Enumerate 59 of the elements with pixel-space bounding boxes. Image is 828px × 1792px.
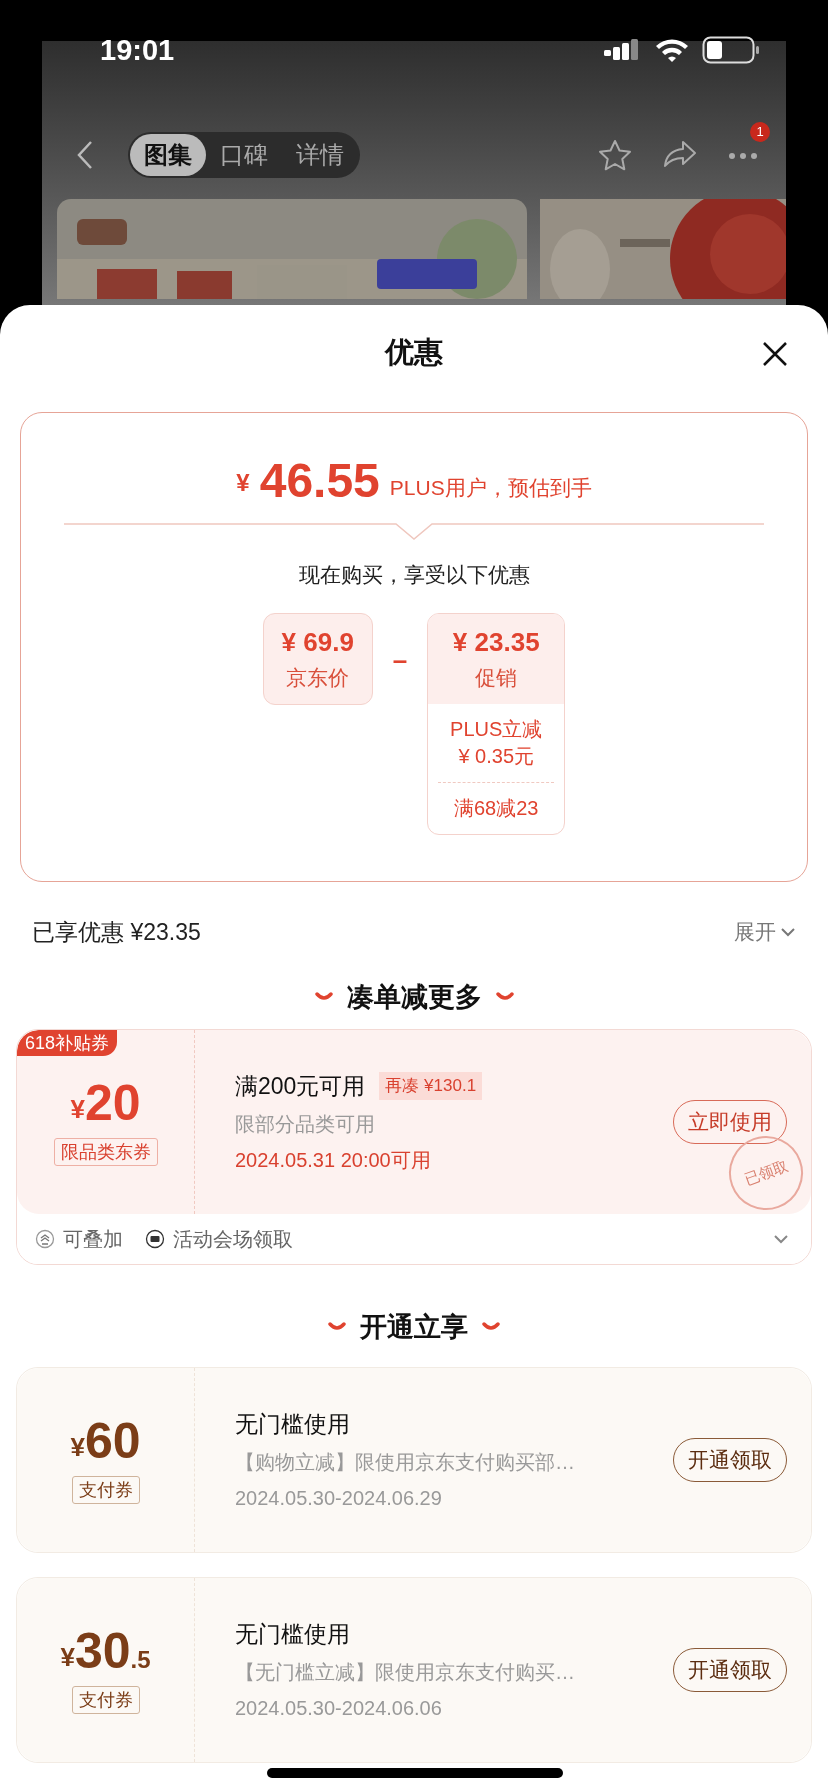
coupon-validity: 2024.05.31 20:00可用	[235, 1148, 432, 1174]
expand-toggle[interactable]: 展开	[734, 916, 796, 948]
price-label: 京东价	[286, 665, 350, 692]
coupon-description: 限部分品类可用	[235, 1112, 376, 1138]
coupon-description: 【无门槛立减】限使用京东支付购买…	[235, 1660, 576, 1686]
section-title: 凑单减更多	[346, 980, 482, 1014]
shortfall-tag: 再凑 ¥130.1	[379, 1072, 483, 1100]
promotion-item: 满68减23	[454, 795, 539, 821]
price-note: PLUS用户，预估到手	[389, 474, 592, 501]
chevron-down-icon	[780, 927, 796, 937]
more-icon[interactable]	[728, 152, 758, 160]
coupon-amount: 30	[74, 1626, 131, 1676]
minus-sign: –	[392, 643, 408, 677]
star-icon[interactable]	[598, 139, 632, 171]
smile-mark-icon	[314, 992, 333, 1002]
coupon-amount-decimal: .5	[130, 1648, 151, 1672]
coupon-validity: 2024.05.30-2024.06.29	[235, 1486, 443, 1512]
smile-mark-icon	[495, 992, 514, 1002]
close-icon[interactable]	[762, 341, 788, 367]
final-price: 46.55	[259, 457, 380, 505]
coupon-amount: 20	[84, 1078, 141, 1128]
wifi-icon	[654, 37, 690, 63]
smile-mark-icon	[328, 1322, 346, 1332]
tab[interactable]: 口碑	[206, 134, 282, 176]
currency-symbol: ¥	[70, 1096, 85, 1122]
stack-arrows-icon	[35, 1229, 55, 1249]
section-title: 开通立享	[360, 1310, 468, 1344]
coupon-type-tag: 支付券	[71, 1476, 140, 1504]
tab[interactable]: 详情	[282, 134, 358, 176]
discount-subtitle: 现在购买，享受以下优惠	[298, 562, 530, 588]
coupon-feature: 活动会场领取	[173, 1227, 293, 1252]
coupon-feature: 可叠加	[63, 1227, 123, 1252]
coupon-type-tag: 支付券	[71, 1686, 140, 1714]
promotion-amount: ¥ 23.35	[452, 626, 540, 660]
sheet-title: 优惠	[385, 334, 443, 370]
coupon-title: 无门槛使用	[235, 1409, 350, 1439]
coupon-description: 【购物立减】限使用京东支付购买部…	[235, 1450, 576, 1476]
promotion-item: PLUS立减 ¥ 0.35元	[450, 716, 543, 769]
promotion-label: 促销	[475, 665, 518, 692]
share-icon[interactable]	[663, 140, 697, 168]
coupon-validity: 2024.05.30-2024.06.06	[235, 1696, 443, 1722]
ticket-icon	[145, 1229, 165, 1249]
coupon-type-tag: 限品类东券	[53, 1138, 158, 1166]
coupon-amount: 60	[84, 1416, 141, 1466]
status-time: 19:01	[100, 35, 175, 65]
currency-symbol: ¥	[70, 1434, 85, 1460]
coupon-tag: 618补贴券	[17, 1030, 118, 1056]
currency-symbol: ¥	[236, 468, 250, 498]
chevron-down-icon[interactable]	[773, 1234, 789, 1244]
smile-mark-icon	[482, 1322, 500, 1332]
coupon-title: 无门槛使用	[235, 1619, 350, 1649]
notification-badge: 1	[750, 122, 770, 142]
savings-summary: 已享优惠 ¥23.35	[32, 917, 201, 947]
coupon-title: 满200元可用	[235, 1071, 366, 1101]
back-icon[interactable]	[77, 140, 93, 170]
battery-icon	[702, 36, 760, 64]
currency-symbol: ¥	[60, 1644, 75, 1670]
list-price: ¥ 69.9	[281, 626, 354, 660]
tab[interactable]: 图集	[130, 134, 206, 176]
